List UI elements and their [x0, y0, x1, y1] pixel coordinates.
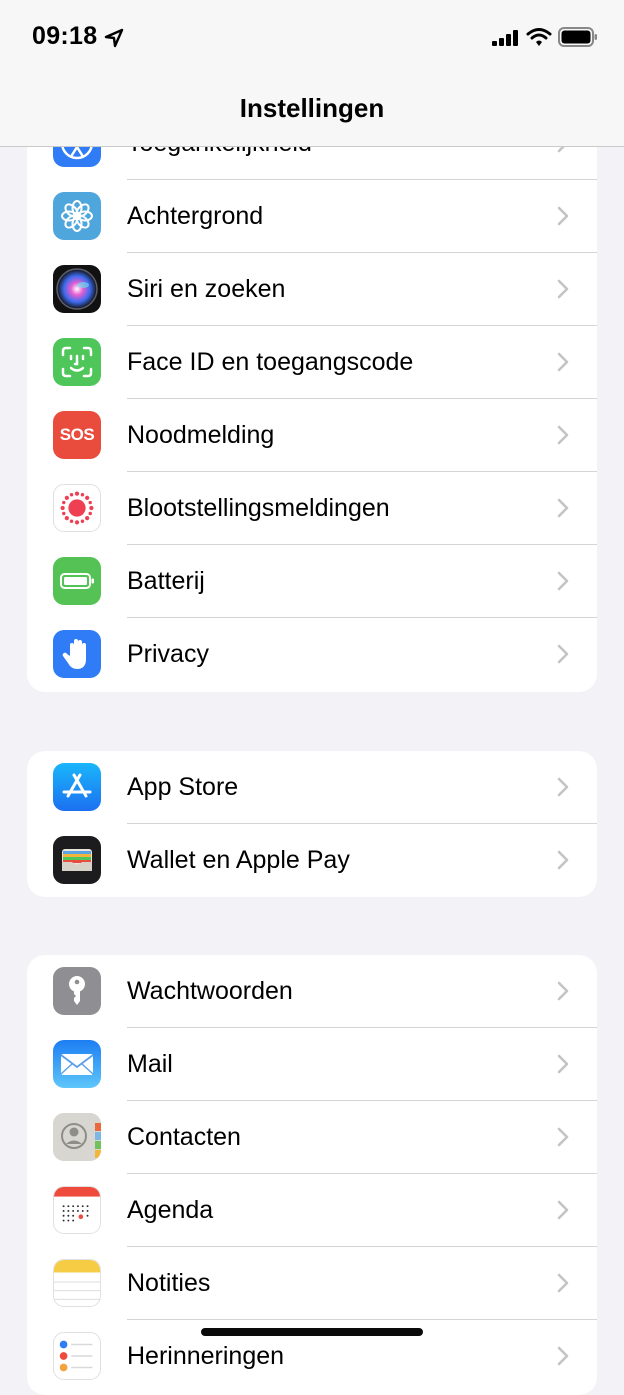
- chevron-right-icon: [557, 1200, 569, 1220]
- settings-row-label: Noodmelding: [127, 421, 275, 449]
- contacts-icon: [53, 1113, 101, 1161]
- settings-row-label: Blootstellingsmeldingen: [127, 494, 390, 522]
- settings-row-label: Achtergrond: [127, 202, 264, 230]
- chevron-right-icon: [557, 1054, 569, 1074]
- settings-row-face-id[interactable]: Face ID en toegangscode: [27, 326, 597, 399]
- settings-row-battery[interactable]: Batterij: [27, 545, 597, 618]
- settings-group-store: App Store Wallet en Apple Pay: [27, 751, 597, 897]
- chevron-right-icon: [557, 206, 569, 226]
- settings-group-system: Toegankelijkheid Achtergrond Siri en zoe…: [27, 107, 597, 692]
- chevron-right-icon: [557, 1127, 569, 1147]
- settings-row-label: Face ID en toegangscode: [127, 348, 414, 376]
- chevron-right-icon: [557, 981, 569, 1001]
- wifi-icon: [526, 28, 552, 46]
- battery-icon: [53, 557, 101, 605]
- chevron-right-icon: [557, 850, 569, 870]
- chevron-right-icon: [557, 498, 569, 518]
- settings-row-passwords[interactable]: Wachtwoorden: [27, 955, 597, 1028]
- app-store-icon: [53, 763, 101, 811]
- settings-row-siri[interactable]: Siri en zoeken: [27, 253, 597, 326]
- settings-row-notes[interactable]: Notities: [27, 1247, 597, 1320]
- chevron-right-icon: [557, 644, 569, 664]
- wallpaper-flower-icon: [53, 192, 101, 240]
- sos-icon-text: SOS: [59, 425, 95, 444]
- chevron-right-icon: [557, 571, 569, 591]
- sos-icon: SOS: [53, 411, 101, 459]
- page-title: Instellingen: [239, 93, 385, 123]
- mail-icon: [53, 1040, 101, 1088]
- siri-icon: [53, 265, 101, 313]
- home-indicator[interactable]: [201, 1328, 423, 1336]
- settings-row-calendar[interactable]: Agenda: [27, 1174, 597, 1247]
- settings-row-mail[interactable]: Mail: [27, 1028, 597, 1101]
- chevron-right-icon: [557, 352, 569, 372]
- settings-row-label: Wachtwoorden: [127, 977, 293, 1005]
- chevron-right-icon: [557, 279, 569, 299]
- status-time: 09:18: [32, 22, 98, 50]
- cellular-signal-icon: [492, 30, 518, 46]
- settings-row-label: Siri en zoeken: [127, 275, 286, 303]
- notes-icon: [53, 1259, 101, 1307]
- settings-row-wallpaper[interactable]: Achtergrond: [27, 180, 597, 253]
- settings-row-label: Agenda: [127, 1196, 214, 1224]
- settings-row-privacy[interactable]: Privacy: [27, 618, 597, 691]
- settings-row-label: App Store: [127, 773, 239, 801]
- status-bar: 09:18: [0, 0, 624, 76]
- settings-row-label: Privacy: [127, 640, 209, 668]
- settings-row-label: Contacten: [127, 1123, 241, 1151]
- settings-row-label: Wallet en Apple Pay: [127, 846, 350, 874]
- face-id-icon: [53, 338, 101, 386]
- chevron-right-icon: [557, 425, 569, 445]
- settings-row-wallet[interactable]: Wallet en Apple Pay: [27, 824, 597, 897]
- exposure-notification-icon: [53, 484, 101, 532]
- settings-row-label: Mail: [127, 1050, 173, 1078]
- battery-status-icon: [558, 27, 597, 47]
- reminders-icon: [53, 1332, 101, 1380]
- settings-row-label: Batterij: [127, 567, 205, 595]
- location-arrow-icon: [104, 28, 124, 48]
- calendar-icon: [53, 1186, 101, 1234]
- settings-row-label: Notities: [127, 1269, 211, 1297]
- chevron-right-icon: [557, 1346, 569, 1366]
- settings-row-emergency-sos[interactable]: SOS Noodmelding: [27, 399, 597, 472]
- wallet-icon: [53, 836, 101, 884]
- settings-row-exposure-notifications[interactable]: Blootstellingsmeldingen: [27, 472, 597, 545]
- chevron-right-icon: [557, 777, 569, 797]
- settings-row-contacts[interactable]: Contacten: [27, 1101, 597, 1174]
- chevron-right-icon: [557, 1273, 569, 1293]
- settings-row-app-store[interactable]: App Store: [27, 751, 597, 824]
- privacy-hand-icon: [53, 630, 101, 678]
- key-icon: [53, 967, 101, 1015]
